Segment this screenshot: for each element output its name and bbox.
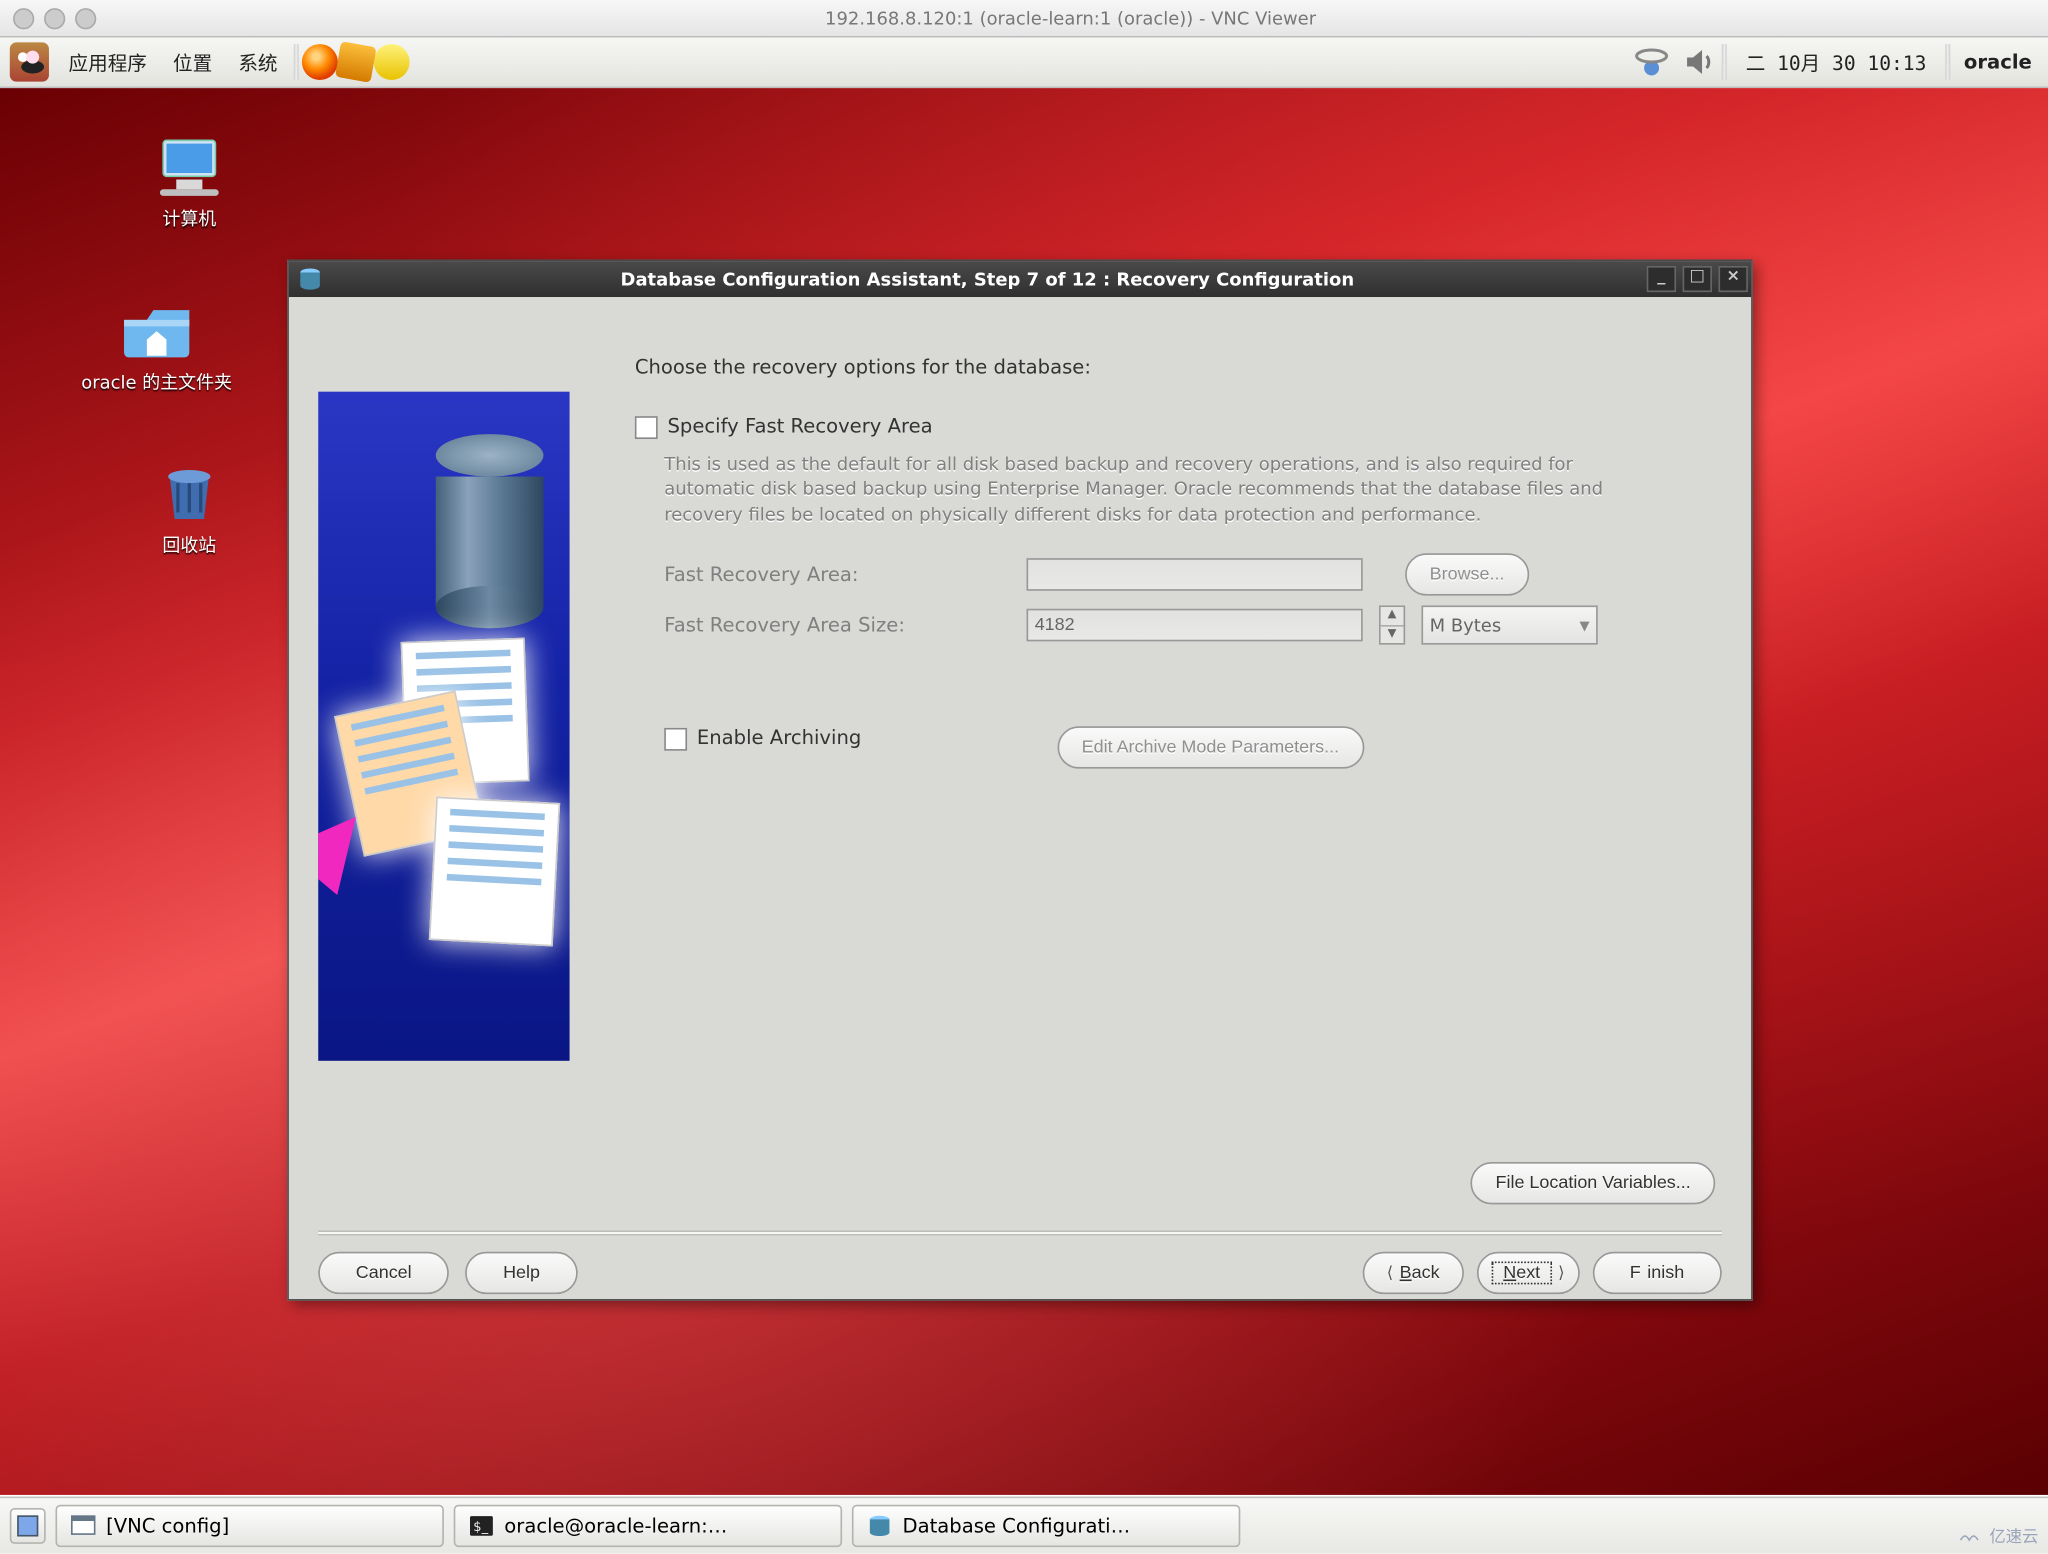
window-icon xyxy=(70,1513,96,1539)
dialog-intro-text: Choose the recovery options for the data… xyxy=(635,356,1715,379)
back-button[interactable]: ⟨ BBackack xyxy=(1362,1252,1464,1294)
svg-text:$_: $_ xyxy=(473,1520,488,1535)
taskbar-item-label: [VNC config] xyxy=(106,1514,229,1537)
desktop-icon-home[interactable]: oracle 的主文件夹 xyxy=(59,297,255,395)
panel-separator xyxy=(1721,44,1726,80)
taskbar-item-vnc-config[interactable]: [VNC config] xyxy=(55,1505,443,1547)
trash-icon xyxy=(150,460,228,525)
dialog-app-icon xyxy=(295,264,324,293)
panel-separator xyxy=(294,44,299,80)
dialog-side-graphic xyxy=(318,392,569,1061)
specify-fra-description: This is used as the default for all disk… xyxy=(664,452,1643,527)
host-window-title: 192.168.8.120:1 (oracle-learn:1 (oracle)… xyxy=(106,7,2035,28)
chevron-left-icon: ⟨ xyxy=(1387,1264,1393,1282)
fra-size-label: Fast Recovery Area Size: xyxy=(664,614,1010,637)
window-close-button[interactable]: × xyxy=(1718,266,1747,292)
taskbar-item-terminal[interactable]: $_ oracle@oracle-learn:… xyxy=(454,1505,842,1547)
session-user-label[interactable]: oracle xyxy=(1964,51,2032,74)
desktop-icon-label: 计算机 xyxy=(91,206,287,232)
computer-icon xyxy=(150,134,228,199)
taskbar-item-dbca[interactable]: Database Configurati… xyxy=(852,1505,1240,1547)
fra-size-input[interactable] xyxy=(1027,609,1363,642)
watermark: 亿速云 xyxy=(1958,1523,2038,1547)
mac-minimize-icon[interactable] xyxy=(44,7,65,28)
file-location-variables-button[interactable]: File Location Variables... xyxy=(1471,1162,1715,1204)
mac-close-icon[interactable] xyxy=(13,7,34,28)
terminal-icon: $_ xyxy=(468,1513,494,1539)
taskbar-item-label: Database Configurati… xyxy=(902,1514,1130,1537)
distro-menu-icon[interactable] xyxy=(10,42,49,81)
package-manager-icon[interactable] xyxy=(335,41,377,83)
gnome-bottom-panel: [VNC config] $_ oracle@oracle-learn:… Da… xyxy=(0,1497,2048,1554)
notes-launcher-icon[interactable] xyxy=(374,44,410,80)
enable-archiving-checkbox[interactable] xyxy=(664,728,687,751)
dialog-title: Database Configuration Assistant, Step 7… xyxy=(331,268,1643,289)
fra-path-input[interactable] xyxy=(1027,558,1363,591)
home-folder-icon xyxy=(118,297,196,362)
desktop-icon-label: 回收站 xyxy=(91,532,287,558)
fra-size-unit-select[interactable]: M Bytes ▼ xyxy=(1421,606,1597,645)
mac-zoom-icon[interactable] xyxy=(75,7,96,28)
show-desktop-icon[interactable] xyxy=(10,1508,46,1544)
enable-archiving-label: Enable Archiving xyxy=(697,727,861,750)
next-button[interactable]: NNextext ⟩ xyxy=(1477,1252,1579,1294)
desktop-icon-label: oracle 的主文件夹 xyxy=(59,369,255,395)
fra-path-label: Fast Recovery Area: xyxy=(664,563,1010,586)
database-icon xyxy=(867,1513,893,1539)
gnome-top-panel: 应用程序 位置 系统 二 10月 30 10:13 oracle xyxy=(0,38,2048,89)
dialog-titlebar[interactable]: Database Configuration Assistant, Step 7… xyxy=(289,261,1751,297)
dialog-separator xyxy=(318,1231,1722,1236)
host-titlebar: 192.168.8.120:1 (oracle-learn:1 (oracle)… xyxy=(0,0,2048,38)
panel-separator xyxy=(1946,44,1951,80)
menu-places[interactable]: 位置 xyxy=(160,48,225,76)
window-maximize-button[interactable]: □ xyxy=(1683,266,1712,292)
specify-fra-checkbox[interactable] xyxy=(635,416,658,439)
menu-applications[interactable]: 应用程序 xyxy=(55,48,159,76)
network-status-icon[interactable] xyxy=(1633,44,1669,80)
finish-button[interactable]: FFinishinish xyxy=(1592,1252,1722,1294)
cancel-button[interactable]: Cancel xyxy=(318,1252,449,1294)
taskbar-item-label: oracle@oracle-learn:… xyxy=(504,1514,727,1537)
clock-label[interactable]: 二 10月 30 10:13 xyxy=(1746,48,1927,76)
fra-size-unit-value: M Bytes xyxy=(1430,615,1502,636)
desktop-background[interactable]: 计算机 oracle 的主文件夹 回收站 Database Configurat… xyxy=(0,88,2048,1495)
firefox-launcher-icon[interactable] xyxy=(302,44,338,80)
specify-fra-label: Specify Fast Recovery Area xyxy=(667,415,932,438)
fra-size-spinner[interactable]: ▲▼ xyxy=(1379,606,1405,645)
chevron-right-icon: ⟩ xyxy=(1558,1264,1564,1282)
chevron-down-icon: ▼ xyxy=(1580,618,1590,633)
browse-button[interactable]: Browse... xyxy=(1405,554,1529,596)
help-button[interactable]: Help xyxy=(466,1252,578,1294)
window-minimize-button[interactable]: _ xyxy=(1647,266,1676,292)
menu-system[interactable]: 系统 xyxy=(225,48,290,76)
edit-archive-params-button[interactable]: Edit Archive Mode Parameters... xyxy=(1057,727,1363,769)
volume-icon[interactable] xyxy=(1682,44,1718,80)
desktop-icon-trash[interactable]: 回收站 xyxy=(91,460,287,558)
desktop-icon-computer[interactable]: 计算机 xyxy=(91,134,287,232)
dbca-dialog: Database Configuration Assistant, Step 7… xyxy=(287,259,1753,1300)
